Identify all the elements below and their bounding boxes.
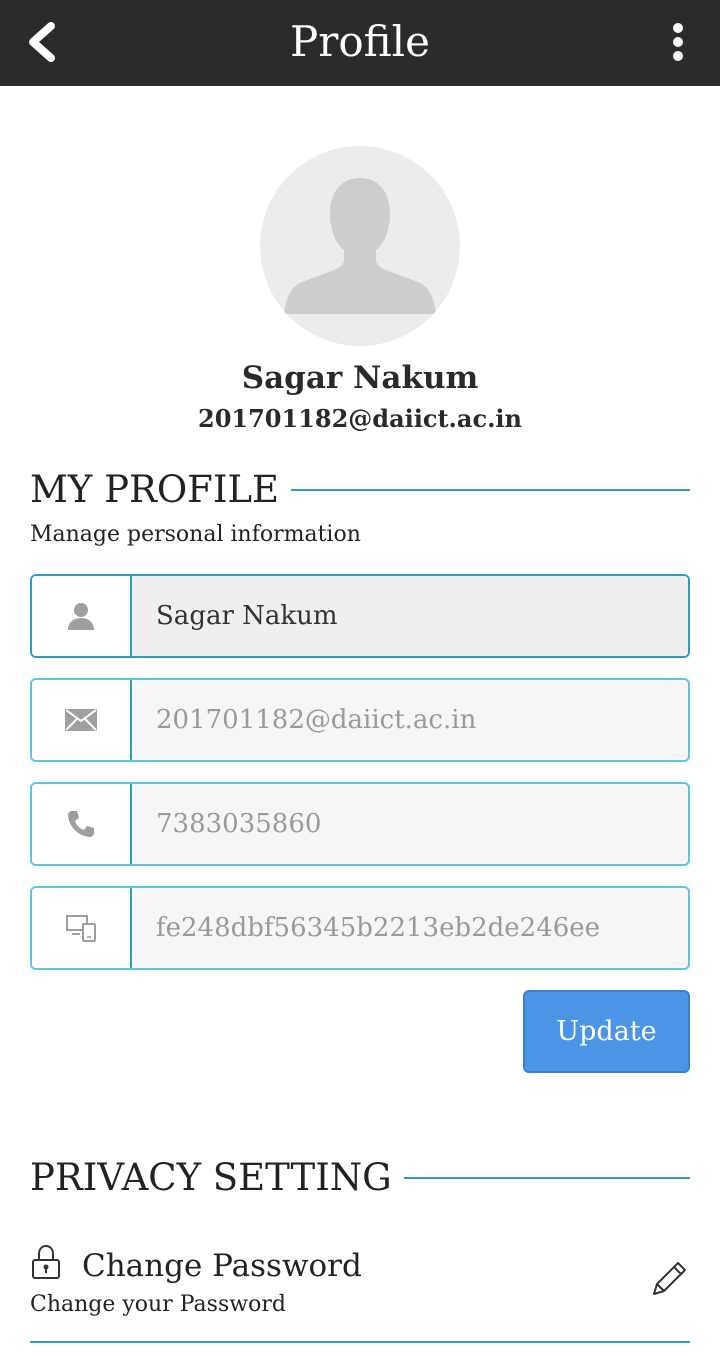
- change-password-item[interactable]: Change Password Change your Password: [30, 1238, 690, 1344]
- email-input[interactable]: 201701182@daiict.ac.in: [132, 680, 688, 760]
- lock-icon: [32, 1244, 60, 1279]
- phone-input[interactable]: 7383035860: [132, 784, 688, 864]
- device-field-icon-cell: [32, 888, 132, 968]
- name-field[interactable]: Sagar Nakum: [30, 574, 690, 658]
- phone-field[interactable]: 7383035860: [30, 782, 690, 866]
- device-id-input[interactable]: fe248dbf56345b2213eb2de246ee: [132, 888, 688, 968]
- profile-email: 201701182@daiict.ac.in: [198, 404, 522, 433]
- name-input[interactable]: Sagar Nakum: [132, 576, 688, 656]
- my-profile-title: MY PROFILE: [30, 468, 280, 511]
- my-profile-heading: MY PROFILE: [30, 468, 690, 511]
- email-field[interactable]: 201701182@daiict.ac.in: [30, 678, 690, 762]
- update-button[interactable]: Update: [523, 990, 690, 1073]
- avatar-placeholder-icon: [284, 178, 436, 314]
- privacy-setting-title: PRIVACY SETTING: [30, 1156, 392, 1199]
- page-title: Profile: [290, 17, 430, 66]
- privacy-setting-heading: PRIVACY SETTING: [30, 1156, 690, 1199]
- device-id-field[interactable]: fe248dbf56345b2213eb2de246ee: [30, 886, 690, 970]
- more-options-button[interactable]: [650, 14, 706, 70]
- app-bar: Profile: [0, 0, 720, 86]
- change-password-label: Change Password: [82, 1248, 362, 1284]
- section-divider: [30, 1341, 690, 1343]
- profile-name: Sagar Nakum: [241, 360, 479, 396]
- user-icon: [68, 603, 94, 630]
- devices-icon: [66, 915, 96, 942]
- section-divider: [403, 1176, 690, 1179]
- phone-field-icon-cell: [32, 784, 132, 864]
- my-profile-subtitle: Manage personal information: [30, 522, 361, 547]
- avatar[interactable]: [260, 146, 460, 346]
- name-field-icon-cell: [32, 576, 132, 656]
- pencil-edit-icon[interactable]: [650, 1258, 690, 1298]
- mail-icon: [65, 709, 97, 731]
- change-password-subtitle: Change your Password: [30, 1292, 286, 1317]
- phone-icon: [68, 811, 94, 837]
- email-field-icon-cell: [32, 680, 132, 760]
- section-divider: [291, 488, 690, 491]
- more-vertical-icon: [673, 23, 683, 61]
